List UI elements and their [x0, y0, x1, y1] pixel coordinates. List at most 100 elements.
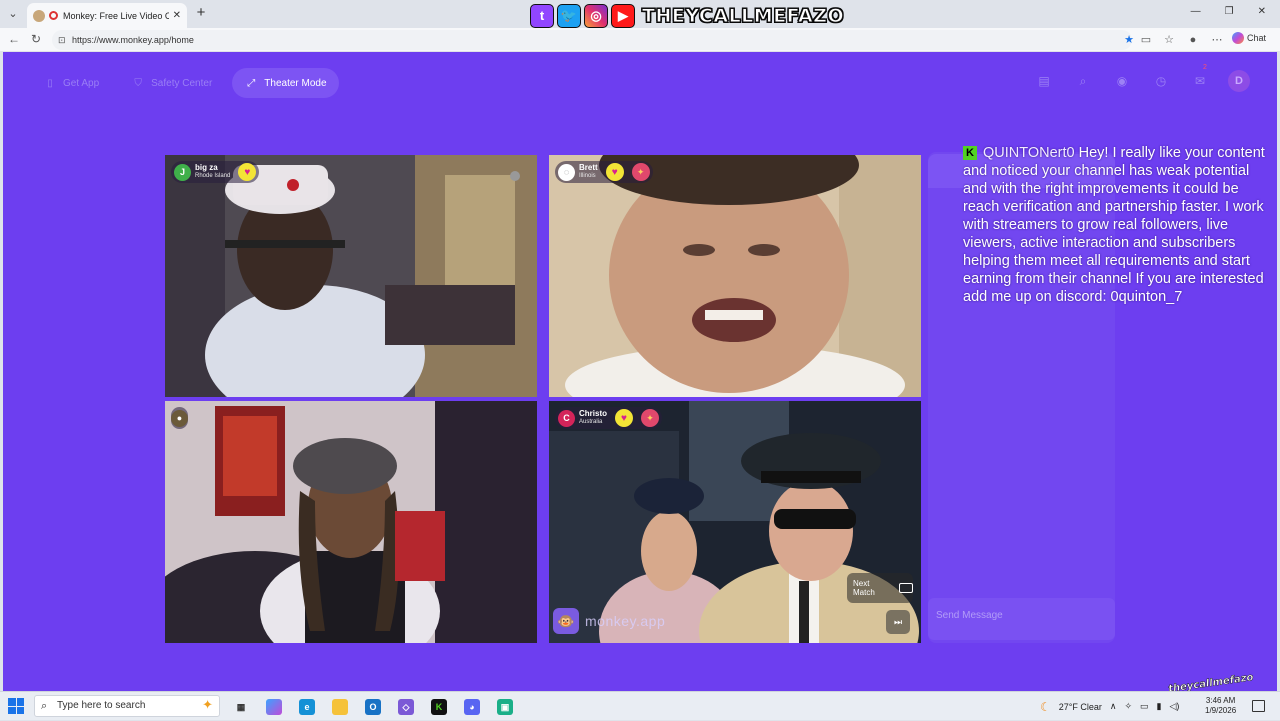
- user-avatar-4: C: [558, 409, 575, 427]
- copilot-app-icon[interactable]: [266, 699, 282, 715]
- discord-icon[interactable]: ◕: [464, 699, 480, 715]
- gift-icon[interactable]: ✦: [641, 409, 659, 427]
- youtube-icon: ▶: [611, 3, 635, 28]
- theater-mode-button[interactable]: ⤢ Theater Mode: [232, 68, 339, 98]
- app-icon-2[interactable]: ▣: [497, 699, 513, 715]
- copilot-chat-button[interactable]: Chat: [1232, 32, 1266, 44]
- video-tile-2: ◌ Brett Illinois ♥ ✦: [549, 155, 921, 397]
- video-tile-1: J big za Rhode Island ♥: [165, 155, 537, 397]
- instagram-icon: ◎: [584, 3, 608, 28]
- top-nav: ▯ Get App ⛉ Safety Center ⤢ Theater Mode: [31, 68, 339, 98]
- tab-title: Monkey: Free Live Video Chat: [63, 10, 169, 21]
- chat-label: Chat: [1247, 33, 1267, 43]
- close-tab-icon[interactable]: ✕: [173, 10, 181, 21]
- user-badge-4[interactable]: C Christo Australia ♥ ✦: [555, 407, 662, 429]
- user-name-4: Christo: [579, 409, 607, 418]
- phone-icon: ▯: [47, 77, 53, 89]
- video-tile-3: ●: [165, 401, 537, 643]
- messages-icon[interactable]: ✉ 2: [1189, 64, 1211, 92]
- copilot-spark-icon: ✦: [202, 697, 213, 712]
- tray-app-icon[interactable]: ✧: [1124, 701, 1132, 712]
- user-name-2: Brett: [579, 163, 598, 172]
- url-field[interactable]: ⊡ https://www.monkey.app/home: [52, 30, 1132, 50]
- tray-chevron-icon[interactable]: ∧: [1110, 701, 1117, 712]
- chat-message: Hey! I really like your content and noti…: [963, 145, 1265, 305]
- stream-chat-overlay: K QUINTONert0 Hey! I really like your con…: [963, 144, 1273, 306]
- expand-icon: ⤢: [247, 77, 256, 89]
- safety-center-button[interactable]: ⛉ Safety Center: [119, 68, 224, 98]
- new-tab-icon[interactable]: +: [193, 5, 209, 21]
- search-icon[interactable]: ⌕: [1072, 70, 1094, 92]
- user-avatar-3: ●: [171, 409, 188, 427]
- notifications-icon[interactable]: [1252, 700, 1265, 712]
- get-app-button[interactable]: ▯ Get App: [31, 68, 111, 98]
- edge-icon[interactable]: e: [299, 699, 315, 715]
- shield-icon: ⛉: [134, 77, 142, 89]
- logo-text: monkey.app: [585, 613, 666, 629]
- kick-app-icon[interactable]: K: [431, 699, 447, 715]
- user-badge-1[interactable]: J big za Rhode Island ♥: [171, 161, 260, 183]
- notif-badge: 2: [1203, 64, 1207, 71]
- search-icon: ⌕: [41, 700, 48, 712]
- coins-icon[interactable]: ◉: [1111, 70, 1133, 92]
- heart-icon[interactable]: ♥: [238, 163, 257, 181]
- favorite-star-icon[interactable]: ★: [1122, 33, 1136, 47]
- outlook-icon[interactable]: O: [365, 699, 381, 715]
- browser-tab-monkey[interactable]: Monkey: Free Live Video Chat ✕: [27, 3, 187, 28]
- shop-icon[interactable]: ▤: [1033, 70, 1055, 92]
- search-placeholder: Type here to search: [57, 700, 146, 711]
- site-info-icon[interactable]: ⊡: [58, 30, 66, 50]
- volume-icon[interactable]: ◁): [1170, 701, 1180, 712]
- next-match-icon: [899, 583, 913, 593]
- next-match-button[interactable]: Next Match: [847, 573, 913, 603]
- close-window-icon[interactable]: ✕: [1258, 6, 1266, 17]
- history-icon[interactable]: ◷: [1150, 70, 1172, 92]
- task-view-icon[interactable]: ▦: [233, 699, 249, 715]
- video-icon[interactable]: ▭: [1139, 33, 1153, 47]
- user-location-2: Illinois: [579, 173, 596, 179]
- file-explorer-icon[interactable]: [332, 699, 348, 715]
- user-avatar-2: ◌: [558, 163, 575, 181]
- clock-date: 1/9/2026: [1205, 706, 1237, 715]
- monkey-logo: 🐵 monkey.app: [553, 608, 665, 634]
- send-message-input[interactable]: Send Message: [928, 598, 1115, 640]
- heart-icon[interactable]: ♥: [615, 409, 633, 427]
- taskbar-clock[interactable]: 3:46 AM 1/9/2026: [1205, 696, 1236, 716]
- chat-username: QUINTONert0: [983, 145, 1075, 161]
- refresh-icon[interactable]: ↻: [28, 32, 44, 46]
- user-badge-3[interactable]: ●: [171, 407, 188, 429]
- mic-icon[interactable]: ▮: [1157, 701, 1162, 712]
- tab-actions-menu-icon[interactable]: ⌄: [4, 6, 22, 22]
- next-match-label: Next Match: [853, 579, 875, 597]
- minimize-icon[interactable]: —: [1191, 6, 1201, 17]
- streamer-watermark: theycallmefazo: [1167, 672, 1255, 691]
- taskbar-search[interactable]: ⌕ Type here to search ✦: [34, 695, 220, 717]
- gift-icon[interactable]: ✦: [631, 163, 650, 181]
- app-icon[interactable]: ◇: [398, 699, 414, 715]
- url-text: https://www.monkey.app/home: [72, 35, 194, 45]
- heart-icon[interactable]: ♥: [605, 163, 624, 181]
- streamer-banner: t 🐦 ◎ ▶ THEYCALLMEFAZO: [530, 2, 844, 29]
- network-icon[interactable]: ▭: [1140, 701, 1149, 712]
- twitch-icon: t: [530, 3, 554, 28]
- windows-start-icon[interactable]: [8, 698, 24, 714]
- send-placeholder: Send Message: [936, 610, 1003, 621]
- user-location-1: Rhode Island: [195, 173, 231, 179]
- restore-icon[interactable]: ❐: [1225, 6, 1234, 17]
- user-badge-2[interactable]: ◌ Brett Illinois ♥ ✦: [555, 161, 653, 183]
- weather-text[interactable]: 27°F Clear: [1059, 702, 1102, 712]
- user-avatar[interactable]: D: [1228, 70, 1250, 92]
- profile-icon[interactable]: ●: [1186, 33, 1200, 47]
- video-tile-4: C Christo Australia ♥ ✦: [549, 401, 921, 643]
- copilot-icon: [1232, 32, 1244, 44]
- skip-button[interactable]: ⏭: [886, 610, 910, 634]
- video-feed-4: [549, 401, 921, 643]
- monkey-face-icon: 🐵: [553, 608, 579, 634]
- more-menu-icon[interactable]: ⋯: [1210, 33, 1224, 47]
- video-feed-2: [549, 155, 921, 397]
- windows-taskbar: ⌕ Type here to search ✦ ▦ e O ◇ K ◕ ▣ ☾ …: [0, 691, 1280, 720]
- system-tray: ☾ 27°F Clear ∧ ✧ ▭ ▮ ◁): [1040, 692, 1179, 721]
- favorites-icon[interactable]: ☆: [1162, 33, 1176, 47]
- clock-time: 3:46 AM: [1205, 696, 1236, 705]
- back-icon[interactable]: ←: [6, 32, 22, 46]
